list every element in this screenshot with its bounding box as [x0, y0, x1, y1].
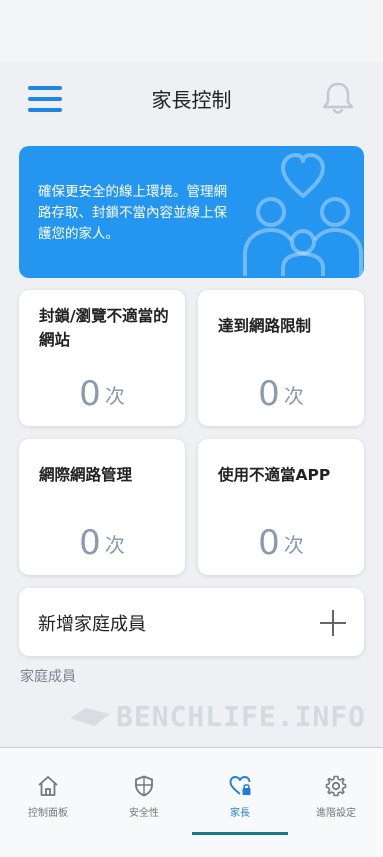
watermark: BENCHLIFE.INFO	[116, 700, 367, 733]
stat-card-limit-reached[interactable]: 達到網路限制 0次	[198, 290, 364, 426]
stat-count: 0次	[198, 523, 364, 563]
family-illustration-icon	[243, 153, 363, 276]
banner-text: 確保更安全的線上環境。管理網路存取、封鎖不當內容並線上保護您的家人。	[38, 184, 227, 242]
stat-card-blocked-sites[interactable]: 封鎖/瀏覽不適當的網站 0次	[19, 290, 185, 426]
count-value: 0	[79, 523, 101, 563]
notification-bell-icon[interactable]	[318, 78, 358, 118]
info-banner: 確保更安全的線上環境。管理網路存取、封鎖不當內容並線上保護您的家人。	[19, 146, 364, 278]
tab-advanced-settings[interactable]: 進階設定	[288, 748, 383, 857]
heart-lock-icon	[229, 776, 251, 795]
tab-label: 控制面板	[28, 808, 68, 819]
count-unit: 次	[104, 383, 125, 408]
count-unit: 次	[104, 532, 125, 557]
add-family-member-button[interactable]: 新增家庭成員	[19, 588, 364, 656]
stat-count: 0次	[198, 374, 364, 414]
gear-icon	[325, 775, 347, 797]
stat-card-title: 網際網路管理	[39, 466, 133, 484]
stat-card-internet-management[interactable]: 網際網路管理 0次	[19, 439, 185, 575]
count-value: 0	[79, 374, 101, 414]
tab-label: 進階設定	[316, 808, 356, 819]
shield-icon	[135, 775, 153, 797]
tab-label: 家長	[230, 808, 250, 819]
plus-icon	[320, 610, 346, 636]
tab-parental[interactable]: 家長	[192, 748, 288, 857]
count-unit: 次	[283, 532, 304, 557]
stat-count: 0次	[19, 523, 185, 563]
stat-card-title: 達到網路限制	[218, 317, 312, 335]
count-value: 0	[258, 523, 280, 563]
count-value: 0	[258, 374, 280, 414]
stat-card-inappropriate-apps[interactable]: 使用不適當APP 0次	[198, 439, 364, 575]
home-icon	[38, 776, 58, 796]
active-tab-indicator	[192, 832, 288, 835]
tab-label: 安全性	[129, 808, 159, 819]
status-bar-area	[0, 0, 383, 62]
watermark-logo-icon	[70, 708, 110, 726]
bottom-tab-bar: 控制面板 安全性 家長 進階設定	[0, 747, 383, 857]
count-unit: 次	[283, 383, 304, 408]
app-header: 家長控制	[0, 62, 383, 136]
family-members-heading: 家庭成員	[20, 669, 76, 685]
stat-count: 0次	[19, 374, 185, 414]
add-member-label: 新增家庭成員	[38, 614, 146, 635]
tab-security[interactable]: 安全性	[96, 748, 192, 857]
stat-card-title: 使用不適當APP	[218, 466, 331, 484]
tab-dashboard[interactable]: 控制面板	[0, 748, 96, 857]
stat-card-title: 封鎖/瀏覽不適當的網站	[39, 307, 169, 349]
